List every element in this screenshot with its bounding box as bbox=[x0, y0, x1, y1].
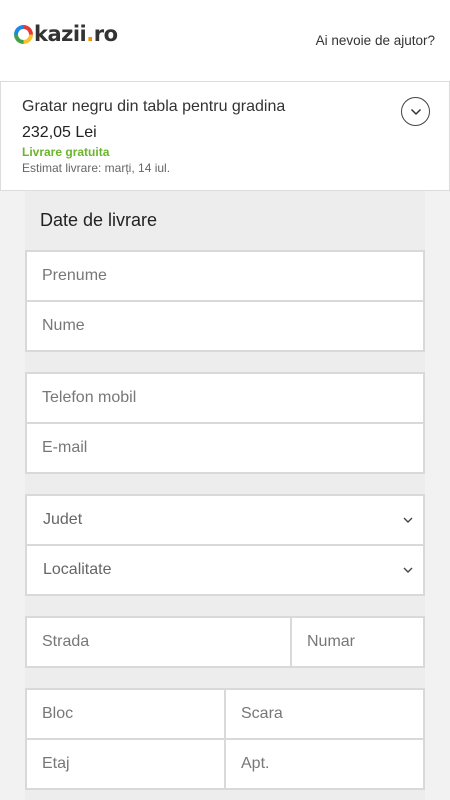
delivery-form: Date de livrare Judet Localitate bbox=[25, 191, 425, 800]
delivery-estimate: Estimat livrare: marți, 14 iul. bbox=[22, 161, 171, 175]
block-input[interactable] bbox=[25, 688, 226, 740]
chevron-down-icon bbox=[410, 108, 421, 115]
form-title: Date de livrare bbox=[40, 210, 158, 230]
county-select-value: Judet bbox=[43, 511, 83, 528]
stair-input[interactable] bbox=[224, 688, 425, 740]
floor-input[interactable] bbox=[25, 738, 226, 790]
logo-text: kazii bbox=[34, 22, 87, 46]
logo-o-mark bbox=[14, 24, 33, 44]
order-summary: Gratar negru din tabla pentru gradina 23… bbox=[0, 81, 450, 191]
help-link[interactable]: Ai nevoie de ajutor? bbox=[316, 33, 435, 48]
site-header: kazii. ro Ai nevoie de ajutor? bbox=[0, 0, 450, 81]
product-name: Gratar negru din tabla pentru gradina bbox=[22, 98, 286, 115]
city-select-value: Localitate bbox=[43, 561, 112, 578]
first-name-input[interactable] bbox=[25, 250, 425, 302]
email-input[interactable] bbox=[25, 422, 425, 474]
county-select[interactable]: Judet bbox=[25, 494, 425, 546]
last-name-input[interactable] bbox=[25, 300, 425, 352]
logo-tld: ro bbox=[93, 22, 118, 46]
apartment-input[interactable] bbox=[224, 738, 425, 790]
okazii-logo[interactable]: kazii. ro bbox=[14, 22, 118, 46]
number-input[interactable] bbox=[290, 616, 425, 668]
chevron-down-icon bbox=[403, 567, 413, 573]
chevron-down-icon bbox=[403, 517, 413, 523]
shipping-label: Livrare gratuita bbox=[22, 145, 110, 159]
city-select[interactable]: Localitate bbox=[25, 544, 425, 596]
street-input[interactable] bbox=[25, 616, 292, 668]
expand-summary-button[interactable] bbox=[401, 97, 430, 126]
product-price: 232,05 Lei bbox=[22, 124, 97, 141]
logo-dot: . bbox=[86, 22, 94, 46]
phone-input[interactable] bbox=[25, 372, 425, 424]
